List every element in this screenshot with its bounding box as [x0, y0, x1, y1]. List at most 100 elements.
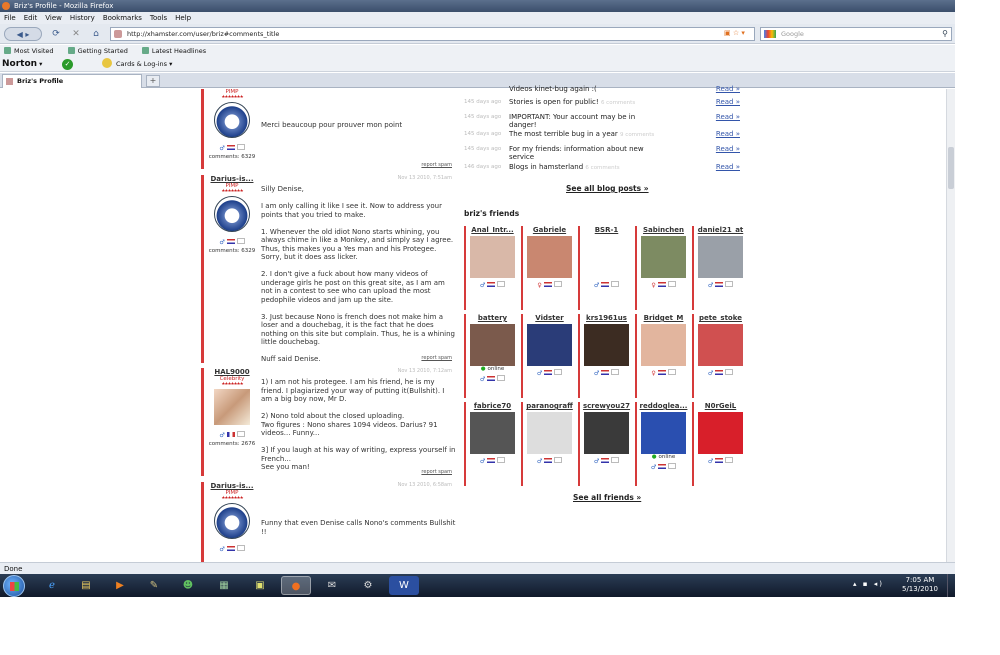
menu-edit[interactable]: Edit — [24, 12, 38, 24]
ie-icon[interactable]: ℯ — [37, 576, 67, 595]
friend-name[interactable]: Gabriele — [523, 226, 576, 234]
friend-avatar[interactable] — [470, 236, 515, 278]
app-icon[interactable]: ✎ — [139, 576, 169, 595]
tray-icons[interactable]: ▴ ▪ ◂) — [853, 580, 884, 588]
people-icon[interactable]: ☻ — [173, 576, 203, 595]
rss-star-icons[interactable]: ▣ ☆ ▾ — [724, 29, 745, 37]
message-icon[interactable] — [725, 281, 734, 287]
bookmark-latest-headlines[interactable]: Latest Headlines — [142, 45, 206, 57]
norton-brand[interactable]: Norton — [2, 59, 37, 69]
message-icon[interactable] — [611, 457, 620, 463]
friend-avatar[interactable] — [641, 236, 686, 278]
friend-name[interactable]: Anal_Intr... — [466, 226, 519, 234]
message-icon[interactable] — [667, 369, 676, 375]
menu-tools[interactable]: Tools — [150, 12, 167, 24]
friend-card[interactable]: BSR-1 ♂ — [578, 226, 633, 310]
notes-icon[interactable]: ▣ — [245, 576, 275, 595]
report-spam-link[interactable]: report spam — [421, 355, 452, 361]
message-icon[interactable] — [236, 238, 245, 244]
norton-dropdown-icon[interactable]: ▾ — [37, 60, 42, 68]
blog-title[interactable]: IMPORTANT: Your account may be in danger… — [509, 113, 659, 129]
report-spam-link[interactable]: report spam — [421, 162, 452, 168]
explorer-icon[interactable]: ▤ — [71, 576, 101, 595]
firefox-taskbar-icon[interactable]: ● — [281, 576, 311, 595]
reload-icon[interactable]: ⟳ — [50, 27, 62, 41]
word-icon[interactable]: W — [389, 576, 419, 595]
friend-name[interactable]: battery — [466, 314, 519, 322]
friend-name[interactable]: BSR-1 — [580, 226, 633, 234]
show-desktop-button[interactable] — [947, 574, 955, 597]
comment-username[interactable]: Darius-is... — [207, 482, 257, 490]
friend-avatar[interactable] — [698, 324, 743, 366]
message-icon[interactable] — [554, 457, 563, 463]
friend-card[interactable]: battery online ♂ — [464, 314, 519, 398]
menu-view[interactable]: View — [45, 12, 62, 24]
cards-login-button[interactable]: Cards & Log-ins ▾ — [102, 57, 172, 72]
menu-file[interactable]: File — [4, 12, 16, 24]
chat-icon[interactable]: ✉ — [317, 576, 347, 595]
norton-check-icon[interactable]: ✓ — [62, 59, 73, 70]
message-icon[interactable] — [725, 457, 734, 463]
comment-username[interactable]: HAL9000 — [207, 368, 257, 376]
friend-avatar[interactable] — [584, 236, 629, 278]
see-all-friends-link[interactable]: See all friends » — [573, 493, 641, 502]
read-link[interactable]: Read » — [716, 130, 740, 138]
message-icon[interactable] — [725, 369, 734, 375]
friend-card[interactable]: N0rGeiL ♂ — [692, 402, 747, 486]
message-icon[interactable] — [236, 144, 245, 150]
menu-history[interactable]: History — [70, 12, 95, 24]
start-button[interactable] — [3, 575, 25, 597]
friend-card[interactable]: krs1961us ♂ — [578, 314, 633, 398]
friend-avatar[interactable] — [527, 412, 572, 454]
read-link[interactable]: Read » — [716, 163, 740, 171]
read-link[interactable]: Read » — [716, 145, 740, 153]
scrollbar-thumb[interactable] — [948, 147, 954, 189]
bookmark-most-visited[interactable]: Most Visited — [4, 45, 54, 57]
home-icon[interactable]: ⌂ — [90, 27, 102, 41]
friend-card[interactable]: Gabriele ♀ — [521, 226, 576, 310]
friend-name[interactable]: Vidster — [523, 314, 576, 322]
comment-username[interactable]: Darius-is... — [207, 175, 257, 183]
see-all-blog-posts-link[interactable]: See all blog posts » — [566, 184, 649, 193]
friend-card[interactable]: Vidster ♂ — [521, 314, 576, 398]
message-icon[interactable] — [497, 457, 506, 463]
friend-name[interactable]: Bridget_M — [637, 314, 690, 322]
bookmark-getting-started[interactable]: Getting Started — [68, 45, 128, 57]
vertical-scrollbar[interactable] — [946, 89, 955, 562]
friend-card[interactable]: Bridget_M ♀ — [635, 314, 690, 398]
friend-avatar[interactable] — [527, 236, 572, 278]
friend-avatar[interactable] — [698, 236, 743, 278]
friend-avatar[interactable] — [641, 412, 686, 454]
message-icon[interactable] — [611, 281, 620, 287]
avatar[interactable] — [212, 503, 252, 543]
friend-name[interactable]: screwyou27 — [580, 402, 633, 410]
friend-name[interactable]: fabrice70 — [466, 402, 519, 410]
friend-card[interactable]: Anal_Intr... ♂ — [464, 226, 519, 310]
friend-avatar[interactable] — [584, 324, 629, 366]
friend-card[interactable]: reddoglea... online ♂ — [635, 402, 690, 486]
friend-card[interactable]: fabrice70 ♂ — [464, 402, 519, 486]
stop-icon[interactable]: ✕ — [70, 27, 82, 41]
friend-avatar[interactable] — [470, 324, 515, 366]
friend-avatar[interactable] — [527, 324, 572, 366]
blog-title[interactable]: Blogs in hamsterland — [509, 163, 583, 171]
friend-name[interactable]: paranograff — [523, 402, 576, 410]
avatar[interactable] — [212, 389, 252, 429]
friend-card[interactable]: paranograff ♂ — [521, 402, 576, 486]
friend-card[interactable]: screwyou27 ♂ — [578, 402, 633, 486]
read-link[interactable]: Read » — [716, 85, 740, 93]
friend-card[interactable]: Sabinchen ♀ — [635, 226, 690, 310]
new-tab-button[interactable]: + — [146, 75, 160, 87]
avatar[interactable] — [212, 102, 252, 142]
report-spam-link[interactable]: report spam — [421, 469, 452, 475]
tab-briz-profile[interactable]: Briz's Profile — [2, 74, 142, 88]
avatar[interactable] — [212, 196, 252, 236]
menu-help[interactable]: Help — [175, 12, 191, 24]
message-icon[interactable] — [668, 463, 677, 469]
clock[interactable]: 7:05 AM 5/13/2010 — [902, 576, 938, 594]
blog-title[interactable]: Videos kinet-bug again :( — [509, 85, 659, 93]
message-icon[interactable] — [497, 281, 506, 287]
read-link[interactable]: Read » — [716, 113, 740, 121]
message-icon[interactable] — [553, 281, 562, 287]
blog-title[interactable]: For my friends: information about new se… — [509, 145, 659, 161]
